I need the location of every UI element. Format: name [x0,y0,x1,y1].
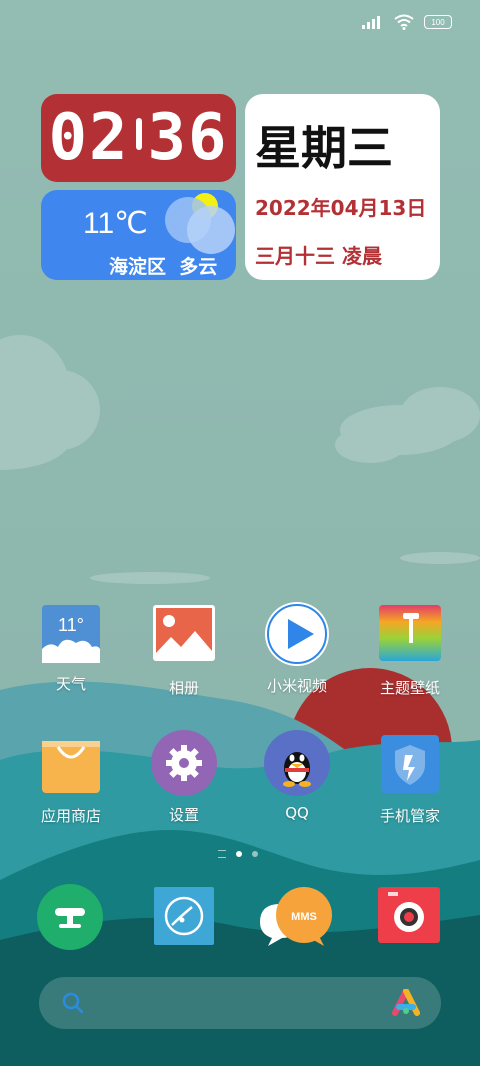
app-label: 应用商店 [40,807,101,825]
weather-location-condition: 海淀区 多云 [109,252,217,279]
qq-penguin-icon [264,730,330,796]
search-bar[interactable] [39,977,441,1029]
dock-phone[interactable] [37,884,103,954]
store-bag-icon [40,733,102,795]
page-list-icon[interactable] [218,850,226,858]
weather-app-icon: 11° [42,605,100,663]
camera-icon [378,887,440,943]
app-label: QQ [285,804,309,822]
battery-icon: 100 [424,15,452,29]
weather-temperature: 11℃ [83,207,148,240]
phone-icon [37,884,103,950]
clock-hours: 02 [48,101,130,175]
wifi-icon [394,14,414,30]
page-dot[interactable] [252,851,258,857]
clock-separator [135,118,142,150]
app-mi-video[interactable]: 小米视频 [242,601,352,696]
home-screen: 100 02 36 11℃ 海淀区 多云 星期三 2022年04月13日 三月十… [0,0,480,1066]
weather-app-temp: 11° [58,615,84,635]
app-label: 小米视频 [266,677,327,695]
lunar-date-label: 三月十三 凌晨 [255,244,382,268]
app-label: 主题壁纸 [379,679,440,697]
weather-condition: 多云 [179,256,218,278]
app-label: 天气 [55,675,86,693]
dock-camera[interactable] [378,887,440,947]
app-settings[interactable]: 设置 [129,730,239,825]
weekday-label: 星期三 [255,121,393,175]
app-qq[interactable]: QQ [242,730,352,822]
clock-widget[interactable]: 02 36 [41,94,236,182]
page-dot-active[interactable] [236,851,242,857]
date-label: 2022年04月13日 [255,196,427,220]
app-weather[interactable]: 11° 天气 [16,605,126,694]
app-label: 设置 [168,806,199,824]
video-play-icon [264,601,330,667]
app-gallery[interactable]: 相册 [129,605,239,698]
themes-icon [379,605,441,667]
page-indicator [218,850,258,858]
date-widget[interactable]: 星期三 2022年04月13日 三月十三 凌晨 [245,94,440,280]
cloud-sun-icon [165,193,235,254]
signal-icon [362,16,380,29]
app-label: 手机管家 [379,807,440,825]
gear-icon [151,730,217,796]
app-themes[interactable]: 主题壁纸 [355,605,465,698]
assistant-icon[interactable] [391,989,421,1017]
clock-minutes: 36 [147,101,229,175]
search-icon[interactable] [61,991,85,1015]
dock-browser[interactable] [154,887,214,949]
weather-widget[interactable]: 11℃ 海淀区 多云 [41,190,236,280]
app-label: 相册 [168,679,199,697]
weather-location: 海淀区 [109,256,167,278]
dock-messages[interactable]: MMS [258,886,334,952]
mms-icon: MMS [260,887,332,946]
status-bar: 100 [362,14,452,30]
mms-label: MMS [291,911,317,923]
gallery-icon [153,605,215,667]
shield-icon [379,733,441,795]
app-store[interactable]: 应用商店 [16,733,126,826]
browser-icon [154,887,214,945]
app-security[interactable]: 手机管家 [355,733,465,826]
search-input[interactable] [95,989,379,1019]
